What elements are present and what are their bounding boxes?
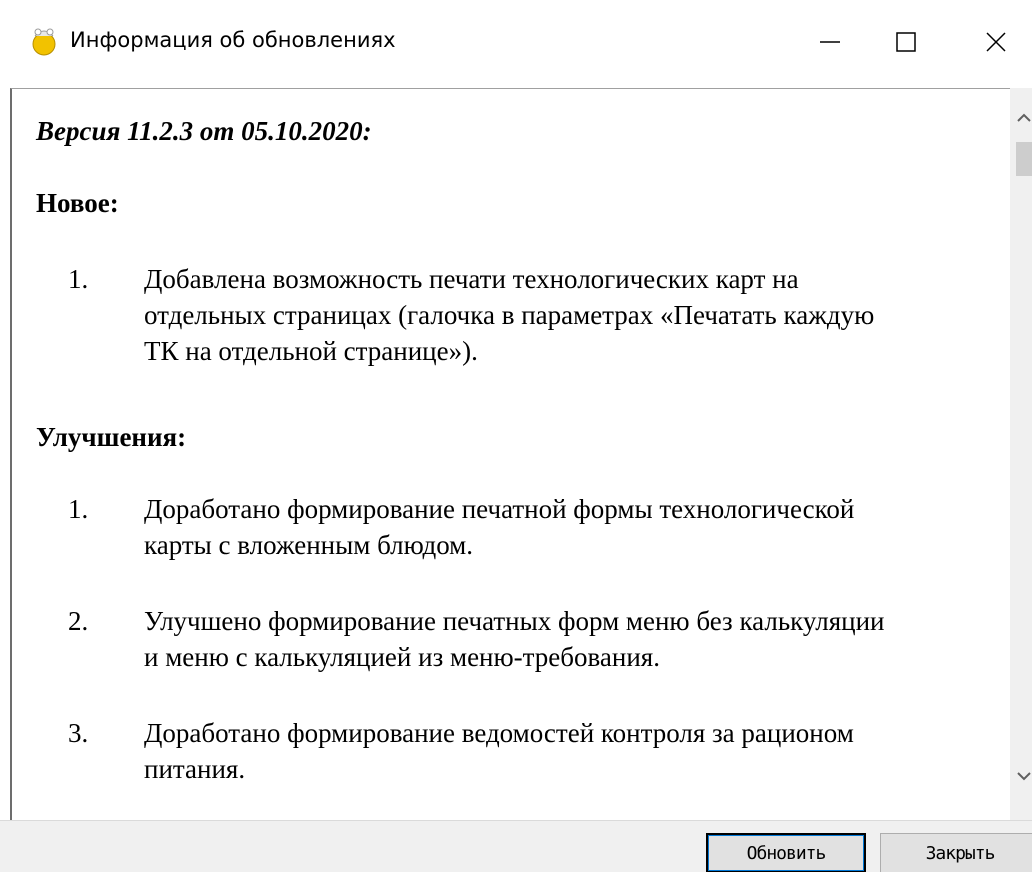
maximize-icon <box>894 30 918 58</box>
list-item-line: карты с вложенным блюдом. <box>144 530 474 560</box>
maximize-button[interactable] <box>862 0 950 88</box>
app-update-icon <box>26 24 62 60</box>
close-icon <box>984 30 1008 58</box>
list-item-number: 3. <box>68 718 89 748</box>
vertical-scrollbar[interactable] <box>1010 88 1032 820</box>
new-section-heading: Новое: <box>36 188 119 218</box>
list-item-text: Доработано формирование ведомостей контр… <box>144 715 1004 787</box>
list-item-line: питания. <box>144 754 246 784</box>
release-notes-viewer[interactable]: Версия 11.2.3 от 05.10.2020: Новое: 1. Д… <box>10 88 1032 821</box>
list-item-line: и меню с калькуляцией из меню-требования… <box>144 642 660 672</box>
list-item-line: ТК на отдельной странице»). <box>144 336 478 366</box>
version-heading: Версия 11.2.3 от 05.10.2020: <box>36 116 372 146</box>
list-item-number: 1. <box>68 264 89 294</box>
improvements-section-heading: Улучшения: <box>36 422 187 452</box>
scrollbar-thumb[interactable] <box>1016 142 1032 176</box>
scroll-down-arrow-icon[interactable] <box>1012 766 1032 786</box>
list-item-text: Добавлена возможность печати технологиче… <box>144 261 1004 369</box>
scroll-up-arrow-icon[interactable] <box>1012 108 1032 128</box>
list-item-line: Доработано формирование ведомостей контр… <box>144 718 854 748</box>
list-item-text: Доработано формирование печатной формы т… <box>144 491 1004 563</box>
list-item-number: 1. <box>68 494 89 524</box>
list-item-number: 2. <box>68 606 89 636</box>
close-window-button[interactable] <box>952 0 1032 88</box>
title-bar[interactable]: Информация об обновлениях <box>0 0 1032 88</box>
minimize-icon <box>818 30 842 58</box>
update-info-window: Информация об обновлениях Версия 11.2.3 … <box>0 0 1032 872</box>
list-item-text: Улучшено формирование печатных форм меню… <box>144 603 1004 675</box>
list-item-line: Улучшено формирование печатных форм меню… <box>144 606 885 636</box>
close-button[interactable]: Закрыть <box>880 833 1032 872</box>
list-item-line: Доработано формирование печатной формы т… <box>144 494 855 524</box>
list-item-line: отдельных страницах (галочка в параметра… <box>144 300 875 330</box>
update-button[interactable]: Обновить <box>706 833 866 872</box>
minimize-button[interactable] <box>786 0 874 88</box>
dialog-button-bar: Обновить Закрыть <box>0 820 1032 872</box>
window-title: Информация об обновлениях <box>70 28 396 52</box>
list-item-line: Добавлена возможность печати технологиче… <box>144 264 799 294</box>
